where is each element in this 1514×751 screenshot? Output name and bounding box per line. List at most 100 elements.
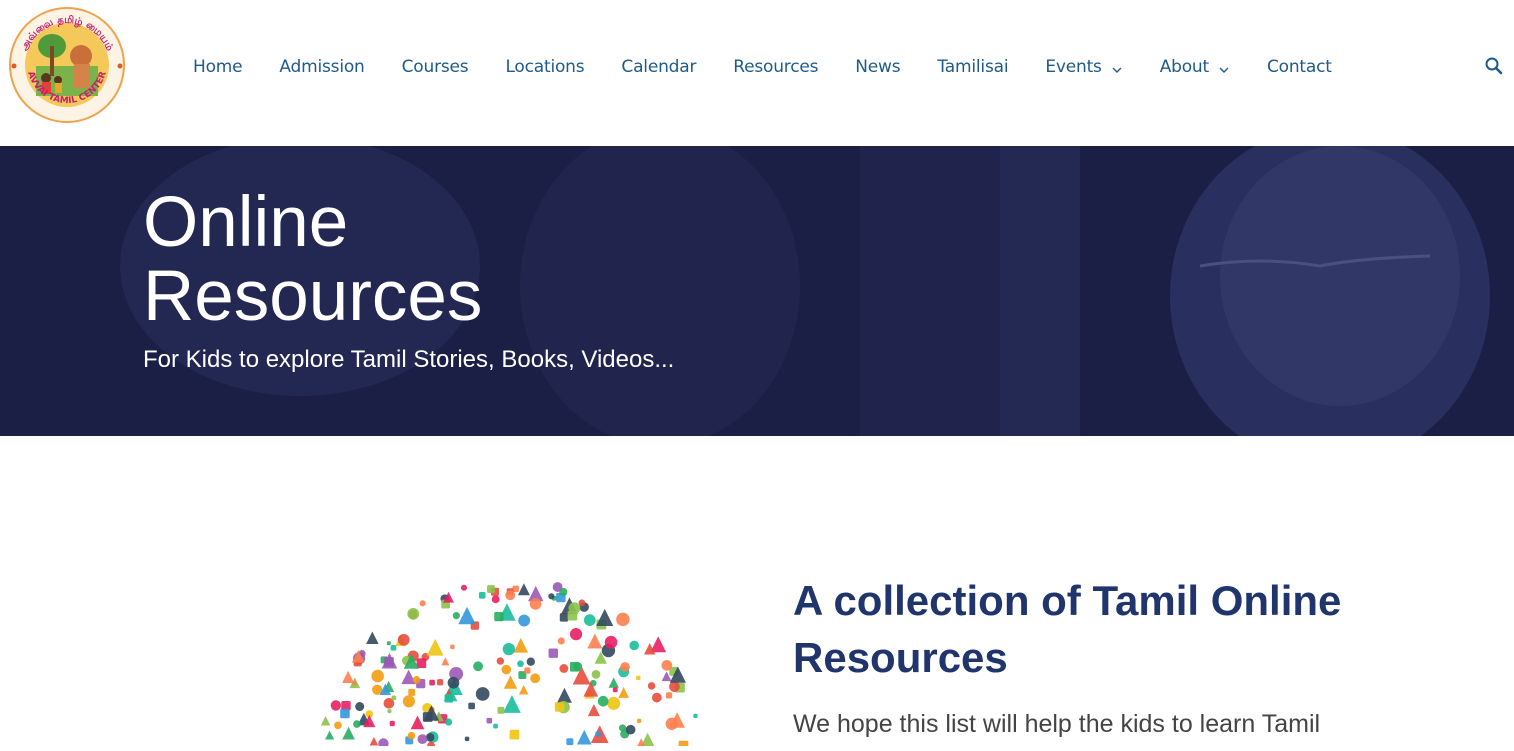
nav-item-news[interactable]: News: [855, 57, 900, 77]
collage-icon: [417, 734, 428, 745]
collage-icon: [651, 692, 662, 703]
collage-icon: [464, 736, 470, 742]
site-header: அவ்வை தமிழ் மையம் AVVAI TAMIL CENTER Hom…: [0, 0, 1514, 146]
collage-icon: [616, 612, 630, 627]
nav-item-resources[interactable]: Resources: [733, 57, 818, 77]
collage-icon: [478, 592, 486, 599]
collage-icon: [340, 708, 350, 719]
collage-icon: [569, 662, 580, 672]
collage-icon: [493, 723, 498, 729]
collage-icon: [529, 598, 542, 610]
collage-icon: [325, 730, 335, 740]
collage-icon: [597, 695, 609, 707]
collage-icon: [355, 702, 365, 712]
collage-icon: [637, 718, 642, 724]
collage-icon: [503, 695, 521, 713]
nav-item-courses[interactable]: Courses: [402, 57, 469, 77]
chevron-down-icon: [1111, 61, 1123, 73]
collage-icon: [509, 729, 520, 740]
nav-item-contact[interactable]: Contact: [1267, 57, 1332, 77]
collage-icon: [410, 715, 425, 730]
hero-banner: Online Resources For Kids to explore Tam…: [0, 146, 1514, 436]
collage-icon: [447, 676, 460, 689]
collage-icon: [505, 590, 516, 601]
collage-icon: [524, 667, 531, 674]
collage-icon: [669, 681, 680, 692]
collage-icon: [548, 593, 555, 600]
collage-icon: [486, 717, 493, 724]
nav-item-label: Courses: [401, 57, 469, 77]
page-title: Online Resources: [143, 183, 483, 336]
nav-item-label: Tamilisai: [937, 57, 1009, 77]
collage-icon: [497, 706, 505, 714]
collage-icon: [407, 731, 416, 740]
nav-item-label: About: [1159, 57, 1209, 77]
icons-collage-image: [310, 570, 710, 751]
collage-icon: [371, 669, 384, 683]
collage-icon: [473, 661, 483, 672]
nav-item-events[interactable]: Events: [1045, 57, 1122, 77]
collage-icon: [530, 673, 541, 684]
collage-icon: [618, 687, 630, 698]
collage-icon: [578, 599, 586, 607]
nav-item-label: Contact: [1266, 57, 1332, 77]
collage-icon: [412, 675, 421, 684]
nav-item-tamilisai[interactable]: Tamilisai: [937, 57, 1008, 77]
collage-icon: [693, 713, 698, 719]
collage-icon: [567, 610, 578, 621]
collage-icon: [554, 702, 565, 712]
collage-icon: [559, 664, 569, 673]
collage-icon: [429, 679, 435, 686]
collage-icon: [665, 692, 673, 699]
collage-icon: [661, 660, 673, 671]
nav-item-label: Resources: [733, 57, 819, 77]
collage-icon: [353, 720, 361, 728]
nav-item-label: News: [855, 57, 901, 77]
collage-icon: [620, 662, 630, 672]
collage-icon: [408, 688, 416, 696]
collage-icon: [607, 696, 621, 710]
collage-icon: [460, 584, 467, 591]
collage-icon: [342, 726, 355, 740]
search-icon[interactable]: [1484, 56, 1504, 76]
collage-icon: [407, 607, 420, 620]
collage-icon: [468, 702, 475, 710]
collage-icon: [330, 700, 342, 711]
collage-icon: [416, 658, 427, 669]
nav-item-about[interactable]: About: [1160, 57, 1230, 77]
collage-icon: [608, 677, 619, 688]
nav-item-calendar[interactable]: Calendar: [621, 57, 696, 77]
collage-icon: [369, 736, 379, 746]
avvai-tamil-center-logo[interactable]: அவ்வை தமிழ் மையம் AVVAI TAMIL CENTER: [6, 6, 128, 124]
section-paragraph: We hope this list will help the kids to …: [793, 710, 1321, 738]
collage-icon: [436, 679, 444, 686]
collage-icon: [441, 657, 450, 666]
collage-icon: [419, 600, 426, 607]
main-navigation: Home Admission Courses Locations Calendar Res…: [193, 54, 1369, 80]
nav-item-locations[interactable]: Locations: [505, 57, 584, 77]
nav-item-label: Locations: [505, 57, 585, 77]
collage-icon: [422, 712, 433, 722]
collage-icon: [352, 681, 357, 686]
collage-icon: [475, 687, 490, 701]
collage-icon: [425, 733, 435, 742]
collage-icon: [557, 637, 565, 645]
collage-icon: [402, 695, 415, 708]
collage-icon: [389, 720, 395, 727]
collage-icon: [625, 724, 636, 735]
collage-icon: [678, 740, 689, 751]
collage-icon: [491, 595, 500, 604]
collage-icon: [526, 657, 535, 666]
nav-item-label: Calendar: [621, 57, 697, 77]
collage-icon: [566, 738, 574, 746]
collage-icon: [556, 687, 572, 703]
collage-icon: [595, 731, 601, 737]
collage-icon: [444, 693, 454, 703]
hero-subtitle: For Kids to explore Tamil Stories, Books…: [143, 346, 675, 373]
collage-icon: [503, 675, 518, 689]
nav-item-admission[interactable]: Admission: [279, 57, 364, 77]
collage-icon: [397, 633, 410, 646]
nav-item-home[interactable]: Home: [193, 57, 243, 77]
collage-icon: [591, 669, 601, 679]
collage-icon: [502, 642, 515, 656]
